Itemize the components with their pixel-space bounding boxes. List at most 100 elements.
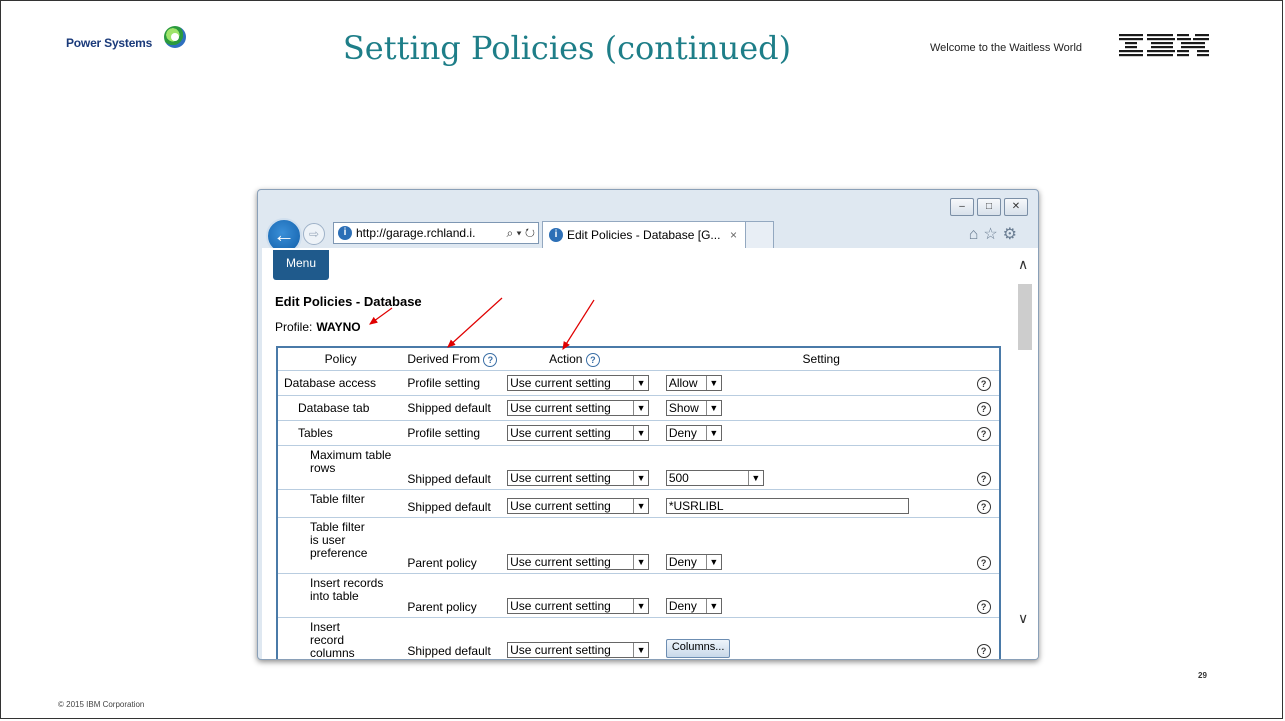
profile-label: Profile: xyxy=(275,320,313,334)
help-icon[interactable]: ? xyxy=(976,472,991,486)
help-icon[interactable]: ? xyxy=(976,644,991,658)
setting-select[interactable]: Deny ▼ xyxy=(665,598,722,614)
chevron-down-icon: ▼ xyxy=(633,499,648,513)
policy-name: Insert records into table xyxy=(277,573,404,618)
action-select[interactable]: Use current setting ▼ xyxy=(507,400,650,416)
page-title: Edit Policies - Database xyxy=(275,294,422,309)
forward-button[interactable]: ⇨ xyxy=(303,223,325,245)
action-select[interactable]: Use current setting ▼ xyxy=(507,642,650,658)
address-url: http://garage.rchland.i. xyxy=(356,226,476,240)
columns-button[interactable]: Columns... xyxy=(665,639,731,658)
policy-name: Maximum table rows xyxy=(277,445,404,490)
table-row: Maximum table rows Shipped default Use c… xyxy=(277,445,1000,490)
setting-select[interactable]: Deny ▼ xyxy=(665,554,722,570)
chevron-down-icon: ▼ xyxy=(633,426,648,440)
favorites-star-icon[interactable]: ☆ xyxy=(983,226,1002,243)
policy-name: Insert record columns xyxy=(277,617,404,659)
help-icon[interactable]: ? xyxy=(585,352,600,367)
page-content: Menu Edit Policies - Database Profile: WA… xyxy=(262,248,1012,659)
action-select[interactable]: Use current setting ▼ xyxy=(507,375,650,391)
address-bar[interactable]: i http://garage.rchland.i. ⌕ ▾ ↻ xyxy=(333,222,539,244)
policy-name: Table filter xyxy=(277,489,404,518)
table-row: Insert record columns Shipped default Us… xyxy=(277,617,1000,659)
action-select[interactable]: Use current setting ▼ xyxy=(507,598,650,614)
setting-select[interactable]: Deny ▼ xyxy=(665,425,722,441)
browser-tools: ⌂☆⚙ xyxy=(969,224,1022,244)
derived-from: Shipped default xyxy=(403,489,508,518)
setting-select[interactable]: Show ▼ xyxy=(665,400,722,416)
chevron-down-icon: ▼ xyxy=(633,599,648,613)
chevron-down-icon: ▼ xyxy=(705,599,721,613)
copyright-footer: © 2015 IBM Corporation xyxy=(58,700,145,709)
arrow-to-derived-from xyxy=(447,297,503,348)
vertical-scrollbar[interactable]: ∧ ∨ xyxy=(1012,248,1038,659)
close-icon[interactable]: ✕ xyxy=(1004,198,1028,216)
setting-select[interactable]: Allow ▼ xyxy=(665,375,722,391)
help-icon[interactable]: ? xyxy=(976,600,991,614)
scroll-down-icon[interactable]: ∨ xyxy=(1018,610,1028,627)
action-select[interactable]: Use current setting ▼ xyxy=(507,554,650,570)
site-info-icon: i xyxy=(338,226,352,240)
policy-name: Database tab xyxy=(277,395,404,421)
action-select[interactable]: Use current setting ▼ xyxy=(507,498,650,514)
chevron-down-icon: ▼ xyxy=(633,471,648,485)
help-icon[interactable]: ? xyxy=(976,426,991,441)
derived-from: Parent policy xyxy=(403,517,508,574)
new-tab-button[interactable] xyxy=(746,221,774,248)
arrow-to-action xyxy=(562,299,595,351)
col-header-action: Action ? xyxy=(507,347,666,371)
col-header-help xyxy=(977,347,1000,371)
derived-from: Parent policy xyxy=(403,573,508,618)
tagline: Welcome to the Waitless World xyxy=(930,42,1083,54)
settings-gear-icon[interactable]: ⚙ xyxy=(1003,226,1022,243)
table-filter-input[interactable]: *USRLIBL xyxy=(665,498,909,514)
col-header-derived-from: Derived From ? xyxy=(403,347,507,371)
scroll-thumb[interactable] xyxy=(1018,284,1032,350)
derived-from: Shipped default xyxy=(403,395,508,421)
policy-name: Table filter is user preference xyxy=(277,517,404,574)
chevron-down-icon: ▼ xyxy=(633,401,648,415)
action-select[interactable]: Use current setting ▼ xyxy=(507,470,650,486)
scroll-up-icon[interactable]: ∧ xyxy=(1018,256,1028,273)
page-number: 29 xyxy=(1198,671,1207,680)
help-icon[interactable]: ? xyxy=(976,401,991,416)
tab-close-icon[interactable]: × xyxy=(730,222,737,248)
menu-button[interactable]: Menu xyxy=(273,250,329,280)
ibm-logo xyxy=(1119,34,1209,57)
chevron-down-icon: ▼ xyxy=(705,555,721,569)
chevron-down-icon: ▼ xyxy=(705,426,721,440)
chevron-down-icon: ▼ xyxy=(633,376,648,390)
policy-name: Tables xyxy=(277,420,404,446)
table-row: Database tab Shipped default Use current… xyxy=(277,395,1000,421)
browser-window: – □ ✕ ← ⇨ i http://garage.rchland.i. ⌕ ▾… xyxy=(257,189,1039,660)
home-icon[interactable]: ⌂ xyxy=(969,226,984,243)
policy-name: Database access xyxy=(277,370,404,396)
derived-from: Profile setting xyxy=(403,420,508,446)
table-row: Tables Profile setting Use current setti… xyxy=(277,420,1000,446)
table-row: Table filter is user preference Parent p… xyxy=(277,517,1000,574)
derived-from: Profile setting xyxy=(403,370,508,396)
setting-select[interactable]: 500 ▼ xyxy=(665,470,764,486)
action-select[interactable]: Use current setting ▼ xyxy=(507,425,650,441)
chevron-down-icon: ▼ xyxy=(633,555,648,569)
help-icon[interactable]: ? xyxy=(976,500,991,514)
tab-edit-policies[interactable]: i Edit Policies - Database [G... × xyxy=(542,221,746,248)
table-row: Table filter Shipped default Use current… xyxy=(277,489,1000,518)
col-header-setting: Setting xyxy=(802,352,840,366)
profile-value: WAYNO xyxy=(316,320,361,334)
table-row: Insert records into table Parent policy … xyxy=(277,573,1000,618)
window-controls: – □ ✕ xyxy=(950,198,1028,216)
maximize-icon[interactable]: □ xyxy=(977,198,1001,216)
minimize-icon[interactable]: – xyxy=(950,198,974,216)
derived-from: Shipped default xyxy=(403,445,508,490)
help-icon[interactable]: ? xyxy=(976,376,991,391)
chevron-down-icon: ▼ xyxy=(705,376,721,390)
tab-title: Edit Policies - Database [G... xyxy=(567,228,721,242)
help-icon[interactable]: ? xyxy=(483,352,498,367)
policy-table: Policy Derived From ? Action ? Setting D… xyxy=(276,346,1001,659)
chevron-down-icon: ▼ xyxy=(705,401,721,415)
tab-favicon-icon: i xyxy=(549,228,563,242)
help-icon[interactable]: ? xyxy=(976,556,991,570)
search-refresh-icons[interactable]: ⌕ ▾ ↻ xyxy=(503,223,535,243)
profile-line: Profile: WAYNO xyxy=(275,320,361,334)
